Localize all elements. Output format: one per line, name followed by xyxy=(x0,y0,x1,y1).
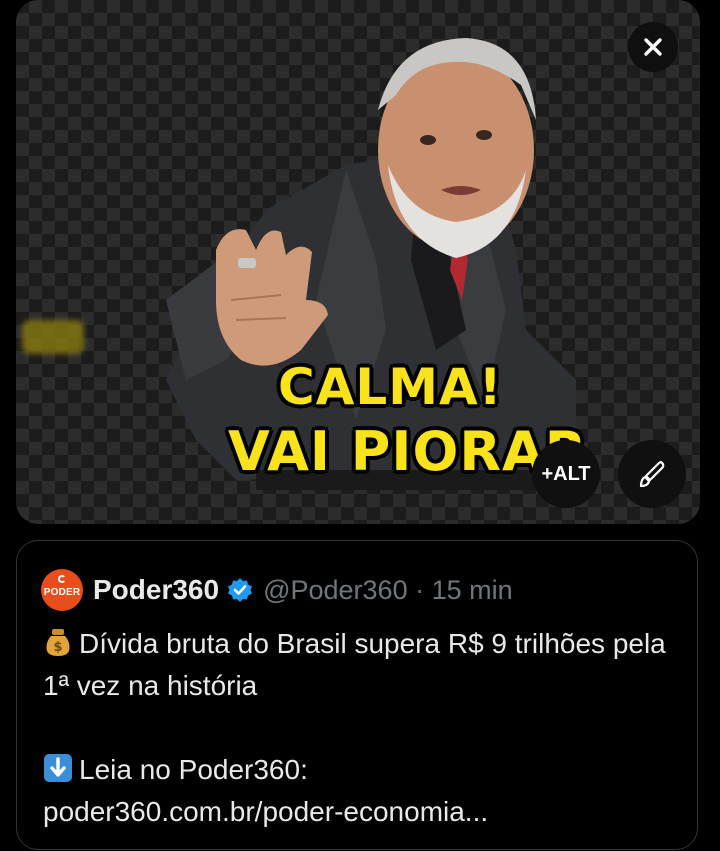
author-name[interactable]: Poder360 xyxy=(93,574,219,606)
edit-media-button[interactable] xyxy=(618,440,686,508)
money-bag-icon: $ xyxy=(46,629,70,656)
read-more-text: Leia no Poder360: xyxy=(79,754,308,785)
logo-mark xyxy=(58,575,66,583)
quoted-post[interactable]: PODER Poder360 @Poder360 · 15 min $ Dívi… xyxy=(16,540,698,850)
down-arrow-icon xyxy=(44,754,72,782)
close-icon xyxy=(644,38,662,56)
quoted-post-header: PODER Poder360 @Poder360 · 15 min xyxy=(41,569,513,611)
headline-text: Dívida bruta do Brasil supera R$ 9 trilh… xyxy=(43,628,666,701)
add-alt-text-button[interactable]: +ALT xyxy=(532,440,600,508)
avatar[interactable]: PODER xyxy=(41,569,83,611)
brush-icon xyxy=(639,460,665,488)
svg-text:$: $ xyxy=(53,640,62,655)
avatar-label: PODER xyxy=(43,586,81,598)
quoted-post-text: $ Dívida bruta do Brasil supera R$ 9 tri… xyxy=(43,623,673,833)
author-handle-time: @Poder360 · 15 min xyxy=(263,574,513,605)
article-link[interactable]: poder360.com.br/poder-economia... xyxy=(43,796,488,827)
sticker-caption-line1: CALMA! xyxy=(278,358,503,416)
close-button[interactable] xyxy=(628,22,678,72)
media-preview[interactable]: CALMA! VAI PIORAR +ALT xyxy=(16,0,700,524)
verified-badge-icon xyxy=(227,577,253,603)
